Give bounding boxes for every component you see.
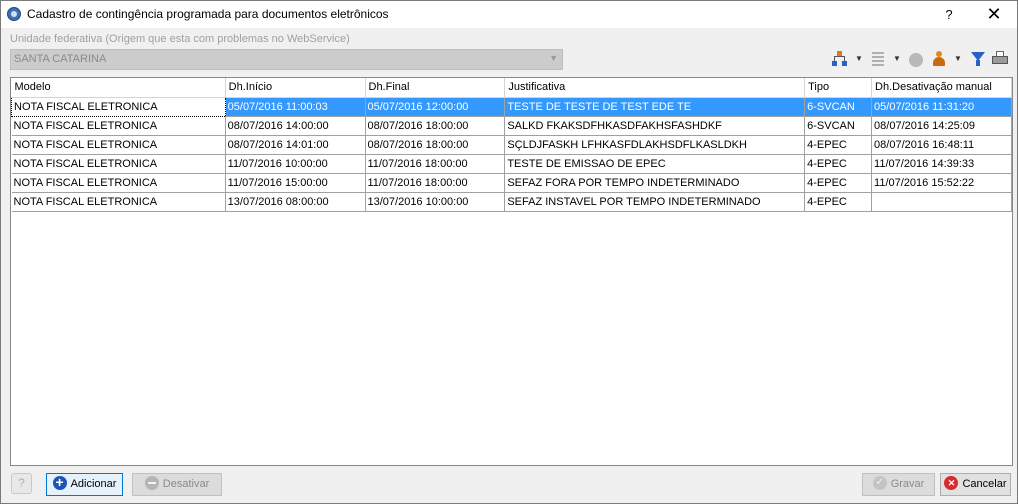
person-icon[interactable]	[932, 51, 946, 67]
help-icon-button[interactable]: ?	[11, 473, 32, 494]
cell-dh-desativacao[interactable]: 08/07/2016 14:25:09	[871, 116, 1012, 136]
column-header-tipo[interactable]: Tipo	[804, 78, 873, 98]
uf-selected-value: SANTA CATARINA	[14, 53, 107, 65]
cell-justificativa[interactable]: SEFAZ INSTAVEL POR TEMPO INDETERMINADO	[504, 192, 806, 212]
table-header-row: Modelo Dh.Início Dh.Final Justificativa …	[11, 78, 1012, 98]
contingency-table: Modelo Dh.Início Dh.Final Justificativa …	[11, 78, 1012, 212]
cell-justificativa[interactable]: TESTE DE TESTE DE TEST EDE TE	[504, 97, 806, 117]
cell-dh-desativacao[interactable]	[871, 192, 1012, 212]
uf-label: Unidade federativa (Origem que esta com …	[10, 33, 350, 45]
cell-modelo[interactable]: NOTA FISCAL ELETRONICA	[11, 116, 226, 136]
cell-dh-desativacao[interactable]: 05/07/2016 11:31:20	[871, 97, 1012, 117]
cell-justificativa[interactable]: SALKD FKAKSDFHKASDFAKHSFASHDKF	[504, 116, 806, 136]
dropdown-arrow-icon[interactable]: ▼	[855, 54, 863, 63]
cancel-button-label: Cancelar	[962, 478, 1007, 490]
cell-modelo[interactable]: NOTA FISCAL ELETRONICA	[11, 154, 226, 174]
cell-justificativa[interactable]: SÇLDJFASKH LFHKASFDLAKHSDFLKASLDKH	[504, 135, 806, 155]
column-header-dh-final[interactable]: Dh.Final	[365, 78, 506, 98]
add-button[interactable]: Adicionar	[46, 472, 123, 496]
disable-button[interactable]: Desativar	[132, 473, 222, 496]
list-view-icon[interactable]	[872, 51, 884, 67]
cell-tipo[interactable]: 4-EPEC	[804, 192, 873, 212]
cell-tipo[interactable]: 6-SVCAN	[804, 116, 873, 136]
cell-dh-final[interactable]: 11/07/2016 18:00:00	[365, 173, 506, 193]
check-icon	[872, 473, 887, 493]
cell-dh-final[interactable]: 08/07/2016 18:00:00	[365, 116, 506, 136]
contingency-window: Cadastro de contingência programada para…	[0, 0, 1018, 504]
app-icon	[7, 7, 21, 21]
cell-dh-desativacao[interactable]: 11/07/2016 15:52:22	[871, 173, 1012, 193]
cell-dh-inicio[interactable]: 08/07/2016 14:01:00	[225, 135, 366, 155]
minus-icon	[144, 476, 159, 490]
save-button[interactable]: Gravar	[862, 473, 935, 496]
window-title: Cadastro de contingência programada para…	[27, 7, 389, 21]
cell-dh-final[interactable]: 11/07/2016 18:00:00	[365, 154, 506, 174]
org-chart-icon[interactable]	[832, 51, 848, 67]
table-row[interactable]: NOTA FISCAL ELETRONICA 13/07/2016 08:00:…	[11, 192, 1012, 212]
dropdown-arrow-icon[interactable]: ▼	[893, 54, 901, 63]
cell-dh-desativacao[interactable]: 11/07/2016 14:39:33	[871, 154, 1012, 174]
chevron-down-icon: ▼	[549, 53, 558, 63]
cell-modelo[interactable]: NOTA FISCAL ELETRONICA	[11, 96, 226, 117]
column-header-dh-desativacao[interactable]: Dh.Desativação manual	[871, 78, 1012, 98]
cell-dh-inicio[interactable]: 05/07/2016 11:00:03	[225, 97, 366, 117]
filter-icon[interactable]	[971, 51, 985, 67]
table-row[interactable]: NOTA FISCAL ELETRONICA 11/07/2016 10:00:…	[11, 154, 1012, 174]
cell-dh-inicio[interactable]: 11/07/2016 15:00:00	[225, 173, 366, 193]
cell-modelo[interactable]: NOTA FISCAL ELETRONICA	[11, 192, 226, 212]
contingency-grid[interactable]: Modelo Dh.Início Dh.Final Justificativa …	[10, 77, 1013, 466]
cell-justificativa[interactable]: TESTE DE EMISSAO DE EPEC	[504, 154, 806, 174]
dropdown-arrow-icon[interactable]: ▼	[954, 54, 962, 63]
column-header-modelo[interactable]: Modelo	[11, 78, 226, 98]
table-row[interactable]: NOTA FISCAL ELETRONICA 08/07/2016 14:01:…	[11, 135, 1012, 155]
cell-modelo[interactable]: NOTA FISCAL ELETRONICA	[11, 173, 226, 193]
cell-dh-inicio[interactable]: 13/07/2016 08:00:00	[225, 192, 366, 212]
print-icon[interactable]	[992, 51, 1008, 67]
cell-dh-desativacao[interactable]: 08/07/2016 16:48:11	[871, 135, 1012, 155]
disable-button-label: Desativar	[162, 478, 210, 490]
table-row[interactable]: NOTA FISCAL ELETRONICA 08/07/2016 14:00:…	[11, 116, 1012, 136]
plus-icon	[52, 472, 67, 492]
cell-tipo[interactable]: 6-SVCAN	[804, 97, 873, 117]
add-button-label: Adicionar	[70, 478, 117, 490]
cell-dh-inicio[interactable]: 08/07/2016 14:00:00	[225, 116, 366, 136]
cell-tipo[interactable]: 4-EPEC	[804, 154, 873, 174]
cell-dh-inicio[interactable]: 11/07/2016 10:00:00	[225, 154, 366, 174]
table-row[interactable]: NOTA FISCAL ELETRONICA 11/07/2016 15:00:…	[11, 173, 1012, 193]
cell-tipo[interactable]: 4-EPEC	[804, 173, 873, 193]
table-row[interactable]: NOTA FISCAL ELETRONICA 05/07/2016 11:00:…	[11, 96, 1012, 117]
column-header-justificativa[interactable]: Justificativa	[504, 78, 806, 98]
cell-dh-final[interactable]: 08/07/2016 18:00:00	[365, 135, 506, 155]
uf-select[interactable]: SANTA CATARINA ▼	[10, 49, 563, 70]
close-button[interactable]: ✕	[972, 1, 1016, 28]
circle-icon[interactable]	[909, 53, 923, 67]
cell-modelo[interactable]: NOTA FISCAL ELETRONICA	[11, 135, 226, 155]
title-bar: Cadastro de contingência programada para…	[1, 1, 1017, 28]
help-button[interactable]: ?	[927, 1, 971, 28]
cancel-button[interactable]: Cancelar	[940, 473, 1011, 496]
cell-dh-final[interactable]: 13/07/2016 10:00:00	[365, 192, 506, 212]
cell-dh-final[interactable]: 05/07/2016 12:00:00	[365, 97, 506, 117]
save-button-label: Gravar	[890, 478, 925, 490]
cell-tipo[interactable]: 4-EPEC	[804, 135, 873, 155]
cell-justificativa[interactable]: SEFAZ FORA POR TEMPO INDETERMINADO	[504, 173, 806, 193]
column-header-dh-inicio[interactable]: Dh.Início	[225, 78, 366, 98]
cancel-icon	[944, 473, 959, 493]
